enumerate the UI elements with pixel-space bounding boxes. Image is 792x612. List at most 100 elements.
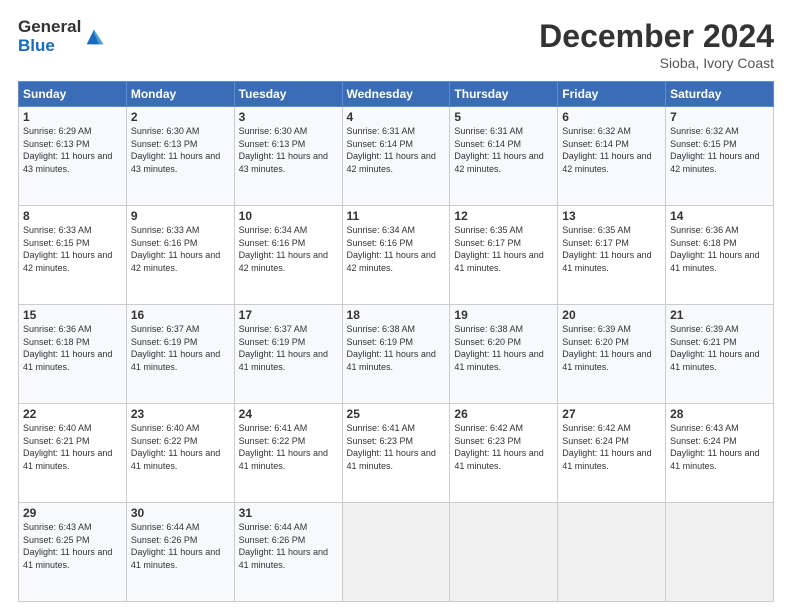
day-number: 5 [454,110,553,124]
day-number: 13 [562,209,661,223]
day-header-friday: Friday [558,82,666,107]
day-detail: Sunrise: 6:41 AM Sunset: 6:23 PM Dayligh… [347,423,436,471]
logo-icon [83,26,105,48]
calendar-cell: 3Sunrise: 6:30 AM Sunset: 6:13 PM Daylig… [234,107,342,206]
day-number: 24 [239,407,338,421]
day-detail: Sunrise: 6:36 AM Sunset: 6:18 PM Dayligh… [670,225,759,273]
calendar-cell: 22 Sunrise: 6:40 AM Sunset: 6:21 PM Dayli… [19,404,127,503]
page: General Blue December 2024 Sioba, Ivory … [0,0,792,612]
day-number: 30 [131,506,230,520]
day-number: 29 [23,506,122,520]
day-number: 15 [23,308,122,322]
day-detail: Sunrise: 6:38 AM Sunset: 6:20 PM Dayligh… [454,324,543,372]
calendar-cell: 17Sunrise: 6:37 AM Sunset: 6:19 PM Dayli… [234,305,342,404]
day-number: 2 [131,110,230,124]
day-number: 1 [23,110,122,124]
calendar-cell: 7 Sunrise: 6:32 AM Sunset: 6:15 PM Daylig… [666,107,774,206]
day-header-monday: Monday [126,82,234,107]
calendar-cell: 1 Sunrise: 6:29 AM Sunset: 6:13 PM Daylig… [19,107,127,206]
calendar-cell: 31Sunrise: 6:44 AM Sunset: 6:26 PM Dayli… [234,503,342,602]
calendar-week-1: 1 Sunrise: 6:29 AM Sunset: 6:13 PM Daylig… [19,107,774,206]
calendar-cell: 18 Sunrise: 6:38 AM Sunset: 6:19 PM Dayli… [342,305,450,404]
calendar-cell: 30 Sunrise: 6:44 AM Sunset: 6:26 PM Dayli… [126,503,234,602]
logo-general: General [18,18,81,37]
day-header-sunday: Sunday [19,82,127,107]
subtitle: Sioba, Ivory Coast [539,55,774,71]
calendar-week-5: 29 Sunrise: 6:43 AM Sunset: 6:25 PM Dayli… [19,503,774,602]
day-detail: Sunrise: 6:38 AM Sunset: 6:19 PM Dayligh… [347,324,436,372]
day-detail: Sunrise: 6:34 AM Sunset: 6:16 PM Dayligh… [239,225,328,273]
day-detail: Sunrise: 6:35 AM Sunset: 6:17 PM Dayligh… [454,225,543,273]
calendar-header-row: SundayMondayTuesdayWednesdayThursdayFrid… [19,82,774,107]
calendar-cell: 12 Sunrise: 6:35 AM Sunset: 6:17 PM Dayli… [450,206,558,305]
day-number: 8 [23,209,122,223]
day-header-thursday: Thursday [450,82,558,107]
calendar-cell [558,503,666,602]
calendar-cell: 25 Sunrise: 6:41 AM Sunset: 6:23 PM Dayli… [342,404,450,503]
day-detail: Sunrise: 6:31 AM Sunset: 6:14 PM Dayligh… [347,126,436,174]
day-number: 10 [239,209,338,223]
day-detail: Sunrise: 6:40 AM Sunset: 6:22 PM Dayligh… [131,423,220,471]
day-number: 14 [670,209,769,223]
calendar-cell: 5 Sunrise: 6:31 AM Sunset: 6:14 PM Daylig… [450,107,558,206]
day-number: 18 [347,308,446,322]
logo: General Blue [18,18,105,55]
calendar-cell: 8 Sunrise: 6:33 AM Sunset: 6:15 PM Daylig… [19,206,127,305]
day-detail: Sunrise: 6:30 AM Sunset: 6:13 PM Dayligh… [131,126,220,174]
day-detail: Sunrise: 6:42 AM Sunset: 6:23 PM Dayligh… [454,423,543,471]
day-number: 27 [562,407,661,421]
calendar-cell [666,503,774,602]
day-detail: Sunrise: 6:36 AM Sunset: 6:18 PM Dayligh… [23,324,112,372]
day-detail: Sunrise: 6:41 AM Sunset: 6:22 PM Dayligh… [239,423,328,471]
calendar-week-3: 15 Sunrise: 6:36 AM Sunset: 6:18 PM Dayli… [19,305,774,404]
calendar-cell [342,503,450,602]
day-number: 21 [670,308,769,322]
day-detail: Sunrise: 6:39 AM Sunset: 6:21 PM Dayligh… [670,324,759,372]
calendar-cell: 10 Sunrise: 6:34 AM Sunset: 6:16 PM Dayli… [234,206,342,305]
day-detail: Sunrise: 6:29 AM Sunset: 6:13 PM Dayligh… [23,126,112,174]
calendar-cell: 16 Sunrise: 6:37 AM Sunset: 6:19 PM Dayli… [126,305,234,404]
main-title: December 2024 [539,18,774,55]
day-number: 7 [670,110,769,124]
calendar-cell: 19 Sunrise: 6:38 AM Sunset: 6:20 PM Dayli… [450,305,558,404]
day-number: 12 [454,209,553,223]
title-block: December 2024 Sioba, Ivory Coast [539,18,774,71]
day-header-saturday: Saturday [666,82,774,107]
day-detail: Sunrise: 6:43 AM Sunset: 6:25 PM Dayligh… [23,522,112,570]
day-detail: Sunrise: 6:33 AM Sunset: 6:16 PM Dayligh… [131,225,220,273]
day-header-tuesday: Tuesday [234,82,342,107]
day-number: 26 [454,407,553,421]
calendar-table: SundayMondayTuesdayWednesdayThursdayFrid… [18,81,774,602]
day-detail: Sunrise: 6:32 AM Sunset: 6:14 PM Dayligh… [562,126,651,174]
day-detail: Sunrise: 6:32 AM Sunset: 6:15 PM Dayligh… [670,126,759,174]
day-number: 11 [347,209,446,223]
day-number: 17 [239,308,338,322]
day-number: 19 [454,308,553,322]
calendar-cell: 2 Sunrise: 6:30 AM Sunset: 6:13 PM Daylig… [126,107,234,206]
day-detail: Sunrise: 6:40 AM Sunset: 6:21 PM Dayligh… [23,423,112,471]
calendar-week-4: 22 Sunrise: 6:40 AM Sunset: 6:21 PM Dayli… [19,404,774,503]
calendar-cell: 21 Sunrise: 6:39 AM Sunset: 6:21 PM Dayli… [666,305,774,404]
day-number: 6 [562,110,661,124]
day-detail: Sunrise: 6:31 AM Sunset: 6:14 PM Dayligh… [454,126,543,174]
day-number: 25 [347,407,446,421]
day-detail: Sunrise: 6:44 AM Sunset: 6:26 PM Dayligh… [131,522,220,570]
calendar-cell: 9 Sunrise: 6:33 AM Sunset: 6:16 PM Daylig… [126,206,234,305]
day-detail: Sunrise: 6:35 AM Sunset: 6:17 PM Dayligh… [562,225,651,273]
day-detail: Sunrise: 6:37 AM Sunset: 6:19 PM Dayligh… [131,324,220,372]
calendar-cell: 26 Sunrise: 6:42 AM Sunset: 6:23 PM Dayli… [450,404,558,503]
calendar-cell: 29 Sunrise: 6:43 AM Sunset: 6:25 PM Dayli… [19,503,127,602]
calendar-cell [450,503,558,602]
day-number: 16 [131,308,230,322]
calendar-cell: 13 Sunrise: 6:35 AM Sunset: 6:17 PM Dayli… [558,206,666,305]
calendar-cell: 20Sunrise: 6:39 AM Sunset: 6:20 PM Dayli… [558,305,666,404]
day-number: 9 [131,209,230,223]
day-detail: Sunrise: 6:33 AM Sunset: 6:15 PM Dayligh… [23,225,112,273]
day-number: 22 [23,407,122,421]
day-detail: Sunrise: 6:39 AM Sunset: 6:20 PM Dayligh… [562,324,651,372]
calendar-cell: 15 Sunrise: 6:36 AM Sunset: 6:18 PM Dayli… [19,305,127,404]
day-number: 28 [670,407,769,421]
day-detail: Sunrise: 6:42 AM Sunset: 6:24 PM Dayligh… [562,423,651,471]
logo-blue: Blue [18,37,81,56]
calendar-cell: 4Sunrise: 6:31 AM Sunset: 6:14 PM Daylig… [342,107,450,206]
